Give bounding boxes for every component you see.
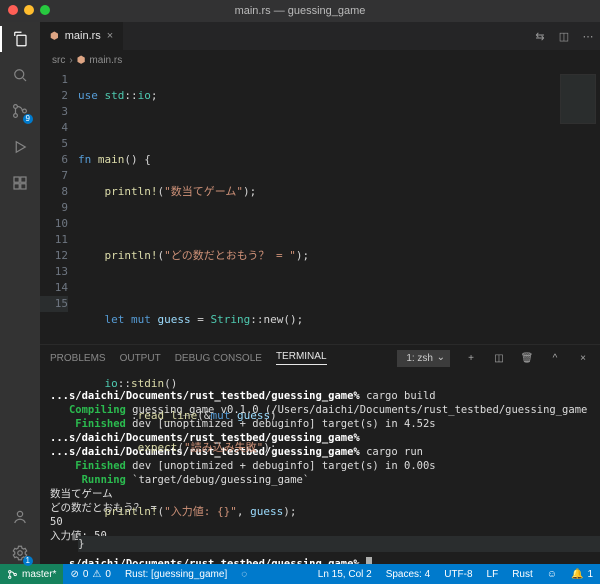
minimap[interactable] [560,74,596,124]
run-debug-icon[interactable] [9,136,31,158]
compare-changes-icon[interactable]: ⇆ [528,22,552,50]
terminal-shell-select[interactable]: 1: zsh [397,350,450,367]
status-branch[interactable]: master* [0,564,63,584]
close-window-icon[interactable] [8,5,18,15]
rust-file-icon: ⬢ [77,55,86,66]
code-content[interactable]: use std::io; fn main() { println!("数当てゲー… [78,70,600,344]
chevron-right-icon: › [69,55,72,66]
tab-main-rs[interactable]: ⬢ main.rs × [40,22,124,50]
settings-badge: 1 [23,556,33,566]
maximize-window-icon[interactable] [40,5,50,15]
breadcrumb[interactable]: src › ⬢ main.rs [40,50,600,70]
close-icon[interactable]: × [107,30,113,42]
settings-gear-icon[interactable]: 1 [9,542,31,564]
window-title: main.rs — guessing_game [235,5,366,17]
code-editor[interactable]: 123456789101112131415 use std::io; fn ma… [40,70,600,344]
search-icon[interactable] [9,64,31,86]
more-actions-icon[interactable]: ⋯ [576,22,600,50]
scm-badge: 9 [23,114,33,124]
extensions-icon[interactable] [9,172,31,194]
minimize-window-icon[interactable] [24,5,34,15]
rust-file-icon: ⬢ [50,31,59,42]
accounts-icon[interactable] [9,506,31,528]
window-controls [8,5,50,15]
source-control-icon[interactable]: 9 [9,100,31,122]
explorer-icon[interactable] [9,28,31,50]
activity-bar: 9 1 [0,22,40,564]
breadcrumb-folder[interactable]: src [52,55,65,66]
editor-tabs: ⬢ main.rs × ⇆ ◫ ⋯ [40,22,600,50]
titlebar: main.rs — guessing_game [0,0,600,22]
line-numbers: 123456789101112131415 [40,70,78,344]
split-editor-icon[interactable]: ◫ [552,22,576,50]
tab-label: main.rs [65,30,101,42]
breadcrumb-file[interactable]: main.rs [89,55,122,66]
